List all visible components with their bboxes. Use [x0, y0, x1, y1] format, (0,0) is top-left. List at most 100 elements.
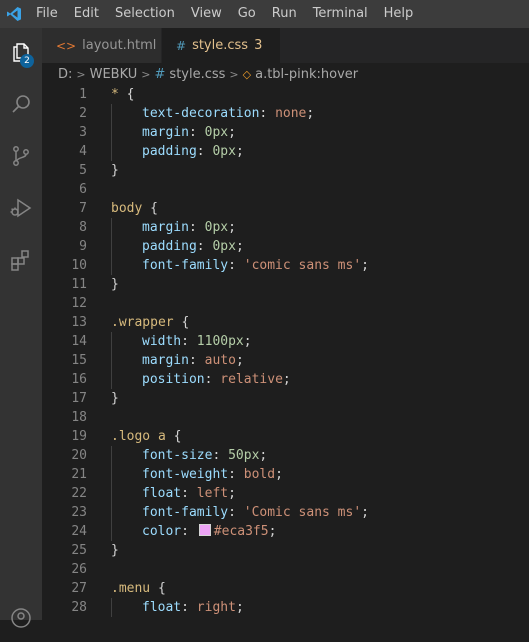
- code-token: {: [150, 201, 158, 216]
- menu-selection[interactable]: Selection: [107, 0, 183, 28]
- code-token: :: [181, 600, 197, 615]
- code-line[interactable]: 6: [42, 180, 529, 199]
- code-token: body: [111, 201, 151, 216]
- code-token: *: [111, 87, 127, 102]
- code-token: {: [157, 581, 166, 596]
- problems-count: 3: [254, 38, 263, 53]
- code-line[interactable]: 5}: [42, 161, 529, 180]
- code-line[interactable]: 16 position: relative;: [42, 370, 529, 389]
- line-number: 1: [79, 87, 87, 102]
- line-number: 11: [71, 277, 87, 292]
- breadcrumb-symbol[interactable]: a.tbl-pink:hover: [255, 67, 358, 82]
- code-line[interactable]: 27 .menu {: [42, 579, 529, 598]
- menu-view[interactable]: View: [183, 0, 230, 28]
- line-number: 15: [71, 353, 87, 368]
- line-number: 18: [71, 410, 87, 425]
- code-text: font-weight: bold;: [111, 465, 283, 484]
- code-token: }: [111, 163, 119, 178]
- explorer-button[interactable]: 2: [0, 28, 42, 76]
- code-line[interactable]: 7 body {: [42, 199, 529, 218]
- code-token: margin: [142, 125, 189, 140]
- code-text: float: right;: [111, 598, 244, 617]
- line-number: 2: [79, 106, 87, 121]
- tab-label: layout.html: [82, 38, 157, 53]
- code-text: font-size: 50px;: [111, 446, 267, 465]
- code-token: .menu: [111, 581, 158, 596]
- source-control-button[interactable]: [0, 132, 42, 180]
- code-line[interactable]: 20 font-size: 50px;: [42, 446, 529, 465]
- code-token: :: [181, 334, 197, 349]
- code-line[interactable]: 15 margin: auto;: [42, 351, 529, 370]
- breadcrumb-drive[interactable]: D:: [58, 67, 72, 82]
- code-token: auto: [204, 353, 236, 368]
- code-line[interactable]: 2 text-decoration: none;: [42, 104, 529, 123]
- code-token: ;: [306, 106, 315, 121]
- code-token: ;: [235, 353, 244, 368]
- code-line[interactable]: 3 margin: 0px;: [42, 123, 529, 142]
- code-line[interactable]: 21 font-weight: bold;: [42, 465, 529, 484]
- code-token: ;: [228, 125, 236, 140]
- code-line[interactable]: 4 padding: 0px;: [42, 142, 529, 161]
- search-button[interactable]: [0, 80, 42, 128]
- code-token: :: [188, 125, 205, 140]
- menu-help[interactable]: Help: [376, 0, 422, 28]
- code-token: ;: [282, 372, 291, 387]
- code-text: }: [111, 389, 119, 408]
- tab-layout-html[interactable]: <> layout.html: [42, 28, 162, 63]
- menu-edit[interactable]: Edit: [66, 0, 107, 28]
- code-token: .logo a: [111, 429, 174, 444]
- menu-go[interactable]: Go: [230, 0, 264, 28]
- source-control-icon: [13, 146, 29, 166]
- line-number: 4: [79, 144, 87, 159]
- code-line[interactable]: 22 float: left;: [42, 484, 529, 503]
- menu-run[interactable]: Run: [264, 0, 305, 28]
- line-number: 7: [79, 201, 87, 216]
- css-file-icon: #: [176, 38, 187, 53]
- code-line[interactable]: 17}: [42, 389, 529, 408]
- breadcrumb-file[interactable]: style.css: [169, 67, 225, 82]
- code-line[interactable]: 8 margin: 0px;: [42, 218, 529, 237]
- code-line[interactable]: 18: [42, 408, 529, 427]
- menu-file[interactable]: File: [28, 0, 66, 28]
- code-line[interactable]: 12: [42, 294, 529, 313]
- extensions-button[interactable]: [0, 236, 42, 284]
- code-line[interactable]: 23 font-family: 'Comic sans ms';: [42, 503, 529, 522]
- vscode-logo-icon[interactable]: [0, 0, 28, 28]
- symbol-class-icon: ◇: [242, 67, 252, 81]
- code-line[interactable]: 28 float: right;: [42, 598, 529, 617]
- code-line[interactable]: 26: [42, 560, 529, 579]
- code-line[interactable]: 11}: [42, 275, 529, 294]
- code-text: }: [111, 275, 119, 294]
- run-debug-button[interactable]: [0, 184, 42, 232]
- code-token: relative: [220, 372, 283, 387]
- code-token: 0px: [212, 144, 236, 159]
- color-swatch[interactable]: [198, 524, 211, 536]
- code-line[interactable]: 24 color: #eca3f5;: [42, 522, 529, 541]
- code-line[interactable]: 1 * {: [42, 85, 529, 104]
- code-token: #eca3f5: [213, 524, 269, 539]
- code-token: {: [173, 429, 182, 444]
- code-line[interactable]: 13 .wrapper {: [42, 313, 529, 332]
- code-token: :: [196, 144, 213, 159]
- code-text: body {: [111, 199, 158, 218]
- extensions-icon: [11, 250, 29, 271]
- code-token: ;: [361, 258, 369, 273]
- code-line[interactable]: 10 font-family: 'comic sans ms';: [42, 256, 529, 275]
- code-text: color: #eca3f5;: [111, 522, 276, 541]
- line-number: 22: [71, 486, 87, 501]
- code-token: font-size: [142, 448, 213, 463]
- line-number: 27: [71, 581, 87, 596]
- tab-style-css[interactable]: # style.css 3: [162, 28, 280, 63]
- code-token: margin: [142, 220, 189, 235]
- code-editor[interactable]: 1 * {2 text-decoration: none; 3 margin: 0px;…: [42, 85, 529, 620]
- code-line[interactable]: 14 width: 1100px;: [42, 332, 529, 351]
- code-token: width: [142, 334, 182, 349]
- code-line[interactable]: 19 .logo a {: [42, 427, 529, 446]
- breadcrumb-folder[interactable]: WEBKU: [90, 67, 138, 82]
- code-line[interactable]: 25}: [42, 541, 529, 560]
- accounts-button[interactable]: [0, 594, 42, 642]
- code-token: none: [275, 106, 307, 121]
- menu-terminal[interactable]: Terminal: [305, 0, 376, 28]
- code-token: ;: [243, 334, 252, 349]
- code-line[interactable]: 9 padding: 0px;: [42, 237, 529, 256]
